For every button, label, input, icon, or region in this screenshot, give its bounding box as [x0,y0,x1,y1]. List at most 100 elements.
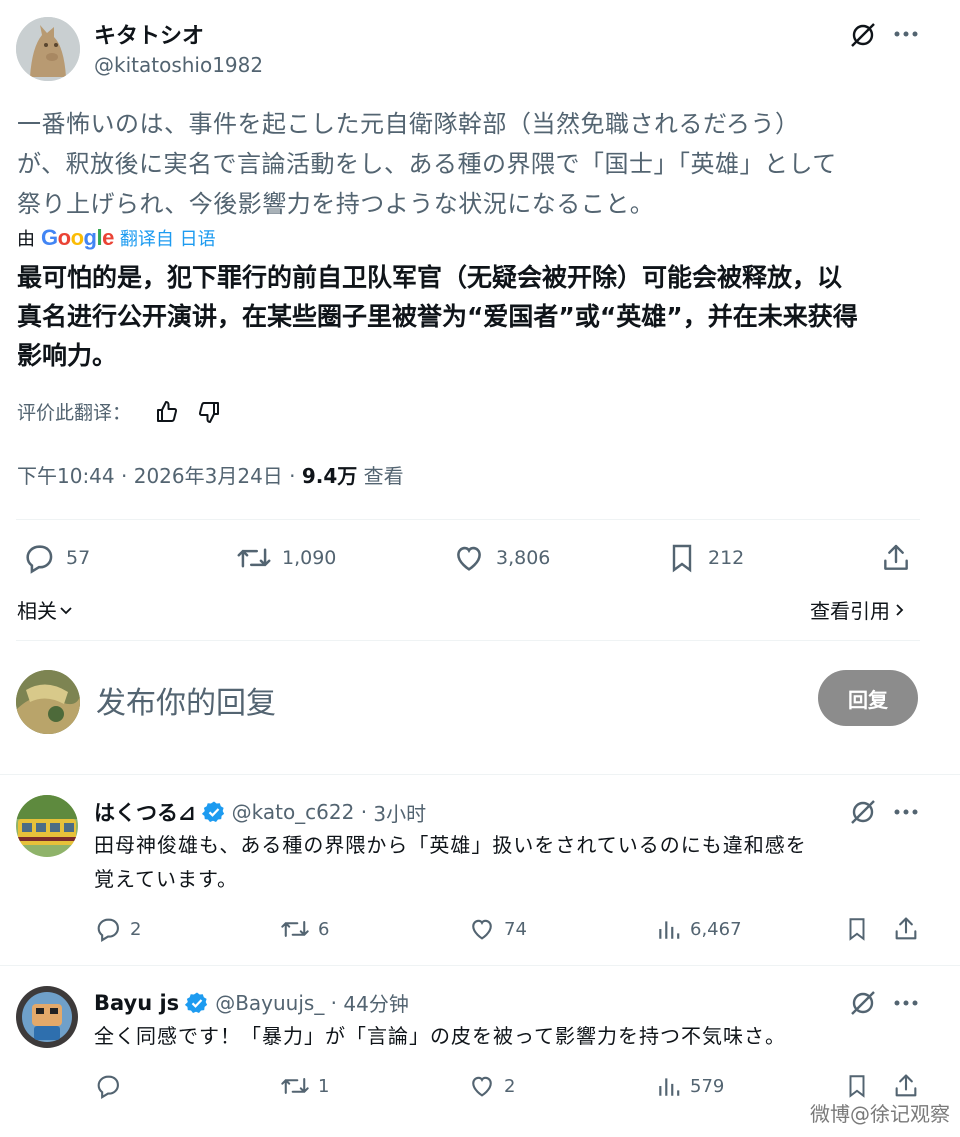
tweet-date[interactable]: 2026年3月24日 [134,464,283,488]
like-action[interactable]: 3,806 [452,538,550,578]
reply-icon [94,915,122,943]
verified-badge-icon [201,800,226,824]
retweet-icon [236,541,272,575]
reply-action[interactable]: 2 [94,915,141,943]
reply-author-name[interactable]: Bayu js [94,991,179,1015]
divider [16,640,920,641]
share-action[interactable] [880,538,912,578]
reply-icon [22,541,56,575]
views-count: 9.4万 [301,464,358,488]
retweet-count: 1,090 [282,547,337,569]
like-count: 2 [504,1075,516,1097]
tweet-translation-line: 影响力。 [17,341,118,370]
related-label: 相关 [17,599,57,623]
translated-by-prefix: 由 [17,229,35,250]
retweet-action[interactable]: 1,090 [236,538,336,578]
reply-author-handle[interactable]: @kato_c622 [232,800,355,824]
reply-input[interactable]: 发布你的回复 [96,678,276,722]
user-avatar[interactable] [16,670,80,734]
reply-submit-button[interactable]: 回复 [818,670,918,726]
more-options-icon[interactable] [892,991,920,1015]
views-count: 579 [690,1075,725,1097]
chevron-down-icon [59,603,73,617]
reply-count: 2 [130,918,142,940]
views-action[interactable]: 6,467 [656,915,742,943]
retweet-count: 6 [318,918,330,940]
view-quotes-link[interactable]: 查看引用 [810,595,906,624]
verified-badge-icon [185,991,209,1015]
bookmark-action[interactable]: 212 [666,538,744,578]
tweet-original-line: が、釈放後に実名で言論活動をし、ある種の界隈で「国士」「英雄」として [17,150,837,178]
reply-action[interactable]: 57 [22,538,90,578]
retweet-action[interactable]: 1 [280,1072,329,1100]
share-icon [880,541,912,575]
like-count: 74 [504,918,527,940]
retweet-action[interactable]: 6 [280,915,329,943]
divider [16,519,920,520]
analytics-icon [656,1072,682,1100]
tweet-original-line: 祭り上げられ、今後影響力を持つような状況になること。 [17,190,655,218]
reply-item[interactable]: はくつる⊿ @kato_c622 · 3小时 田母神俊雄も、ある種の界隈から「英… [0,775,960,965]
google-logo: Google [41,225,114,250]
retweet-count: 1 [318,1075,330,1097]
view-quotes-label: 查看引用 [810,599,890,623]
chevron-right-icon [894,602,906,618]
reply-author-avatar[interactable] [16,986,78,1048]
tweet-translation-line: 最可怕的是，犯下罪行的前自卫队军官（无疑会被开除）可能会被释放，以 [17,263,843,292]
rate-translation: 评价此翻译： [17,398,221,425]
translated-from-label[interactable]: 翻译自 日语 [120,225,216,251]
reply-header: はくつる⊿ @kato_c622 · 3小时 [94,797,426,827]
thumbs-up-icon[interactable] [155,400,179,424]
bookmark-action[interactable] [844,1072,870,1100]
author-avatar[interactable] [16,17,80,81]
tweet-translation-line: 真名进行公开演讲，在某些圈子里被誉为“爱国者”或“英雄”，并在未来获得 [17,302,858,331]
analytics-icon [656,915,682,943]
retweet-icon [280,915,310,943]
watermark: 微博@徐记观察 [810,1102,950,1126]
like-action[interactable]: 2 [468,1072,515,1100]
tweet-original-text: 一番怖いのは、事件を起こした元自衛隊幹部（当然免職されるだろう） が、釈放後に実… [17,104,937,224]
tweet-time[interactable]: 下午10:44 [17,464,115,488]
views-action[interactable]: 579 [656,1072,724,1100]
reply-author-avatar[interactable] [16,795,78,857]
reply-text-line: 田母神俊雄も、ある種の界隈から「英雄」扱いをされているのにも違和感を [94,833,807,857]
like-action[interactable]: 74 [468,915,527,943]
tweet-actions: 57 1,090 3,806 212 [0,538,960,578]
more-options-icon[interactable] [892,800,920,824]
reply-text: 田母神俊雄も、ある種の界隈から「英雄」扱いをされているのにも違和感を 覚えていま… [94,828,944,896]
reply-author-handle[interactable]: @Bayuujs_ [215,991,324,1015]
author-handle[interactable]: @kitatoshio1982 [94,53,263,77]
heart-icon [468,915,496,943]
reply-action[interactable] [94,1072,130,1100]
share-action[interactable] [892,915,920,943]
bookmark-action[interactable] [844,915,870,943]
heart-icon [452,541,486,575]
heart-icon [468,1072,496,1100]
translated-by: 由 Google 翻译自 日语 [17,225,216,251]
related-toggle[interactable]: 相关 [17,595,73,624]
bookmark-icon [844,915,870,943]
grok-icon[interactable] [848,797,878,827]
reply-author-name[interactable]: はくつる⊿ [94,797,196,827]
share-action[interactable] [892,1072,920,1100]
tweet-original-line: 一番怖いのは、事件を起こした元自衛隊幹部（当然免職されるだろう） [17,110,800,138]
grok-icon[interactable] [848,988,878,1018]
share-icon [892,915,920,943]
more-options-icon[interactable] [892,22,920,46]
reply-icon [94,1072,122,1100]
like-count: 3,806 [496,547,551,569]
reply-time[interactable]: 3小时 [373,798,426,827]
bookmark-icon [666,541,698,575]
retweet-icon [280,1072,310,1100]
tweet-meta: 下午10:44 · 2026年3月24日 · 9.4万 查看 [17,464,404,488]
reply-count: 57 [66,547,91,569]
reply-text: 全く同感です！「暴力」が「言論」の皮を被って影響力を持つ不気味さ。 [94,1019,944,1053]
author-name[interactable]: キタトシオ [94,18,204,50]
bookmark-icon [844,1072,870,1100]
reply-time[interactable]: 44分钟 [343,988,408,1017]
tweet-translation: 最可怕的是，犯下罪行的前自卫队军官（无疑会被开除）可能会被释放，以 真名进行公开… [17,258,937,375]
bookmark-count: 212 [708,547,745,569]
thumbs-down-icon[interactable] [197,400,221,424]
reply-text-line: 全く同感です！「暴力」が「言論」の皮を被って影響力を持つ不気味さ。 [94,1024,786,1048]
grok-icon[interactable] [848,20,878,50]
